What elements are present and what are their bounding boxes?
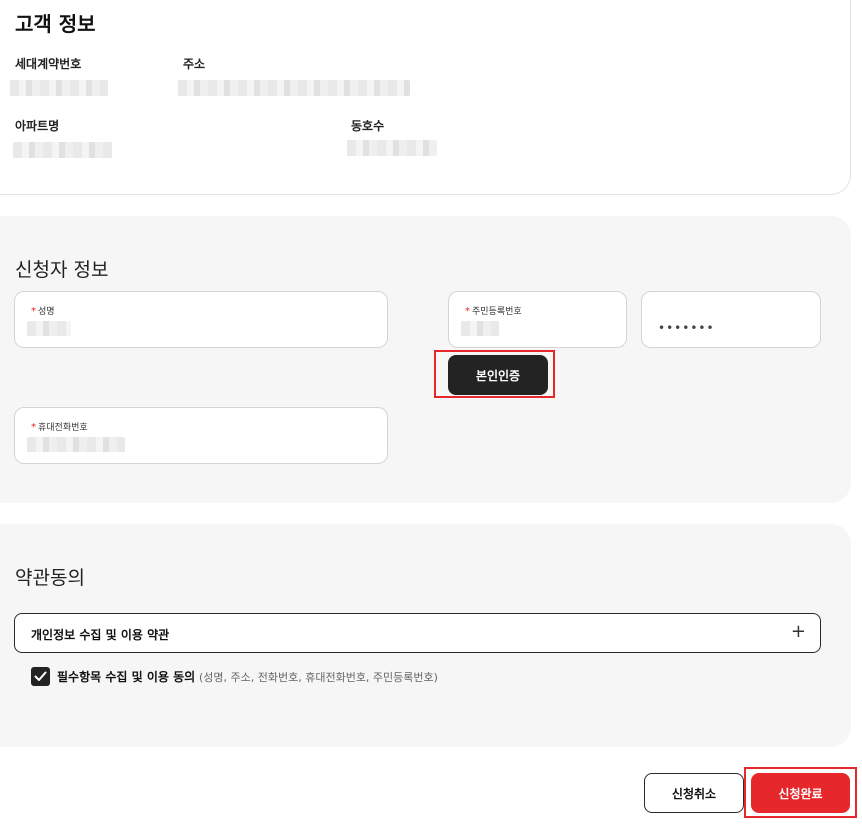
name-field[interactable]: * 성명 bbox=[14, 291, 388, 348]
resident-no-label: * 주민등록번호 bbox=[465, 306, 522, 317]
unit-no-label: 동호수 bbox=[351, 119, 385, 133]
customer-info-card bbox=[0, 0, 851, 195]
terms-title: 약관동의 bbox=[15, 567, 85, 589]
unit-no-value-masked bbox=[347, 140, 437, 156]
required-mark: * bbox=[465, 306, 470, 317]
resident-no-back-mask: ••••••• bbox=[658, 321, 715, 335]
identity-verify-button[interactable]: 본인인증 bbox=[448, 355, 548, 395]
cancel-application-button[interactable]: 신청취소 bbox=[644, 773, 744, 813]
mobile-value-masked bbox=[27, 437, 125, 452]
consent-text: 필수항목 수집 및 이용 동의 (성명, 주소, 전화번호, 휴대전화번호, 주… bbox=[57, 668, 438, 685]
contract-no-value-masked bbox=[10, 80, 108, 96]
resident-no-front-masked bbox=[461, 321, 499, 336]
mobile-field[interactable]: * 휴대전화번호 bbox=[14, 407, 388, 464]
apartment-label: 아파트명 bbox=[15, 119, 60, 133]
consent-label[interactable]: 필수항목 수집 및 이용 동의 bbox=[57, 670, 195, 684]
name-value-masked bbox=[27, 321, 71, 336]
resident-no-back-field[interactable]: ••••••• bbox=[641, 291, 821, 348]
checkmark-icon bbox=[34, 671, 47, 681]
apartment-value-masked bbox=[13, 142, 112, 158]
customer-info-title: 고객 정보 bbox=[15, 12, 96, 36]
mobile-field-label: * 휴대전화번호 bbox=[31, 422, 88, 433]
complete-application-button[interactable]: 신청완료 bbox=[751, 773, 850, 813]
required-mark: * bbox=[31, 422, 36, 433]
required-mark: * bbox=[31, 306, 36, 317]
address-value-masked bbox=[178, 80, 410, 96]
consent-checkbox[interactable] bbox=[31, 667, 50, 686]
applicant-info-title: 신청자 정보 bbox=[15, 259, 109, 281]
plus-icon[interactable]: + bbox=[791, 621, 806, 642]
privacy-terms-label: 개인정보 수집 및 이용 약관 bbox=[31, 628, 170, 642]
resident-no-front-field[interactable]: * 주민등록번호 bbox=[448, 291, 627, 348]
consent-detail: (성명, 주소, 전화번호, 휴대전화번호, 주민등록번호) bbox=[198, 671, 438, 684]
privacy-terms-accordion[interactable]: 개인정보 수집 및 이용 약관 + bbox=[14, 613, 821, 653]
contract-no-label: 세대계약번호 bbox=[15, 57, 82, 71]
name-field-label: * 성명 bbox=[31, 306, 55, 317]
address-label: 주소 bbox=[183, 57, 206, 71]
